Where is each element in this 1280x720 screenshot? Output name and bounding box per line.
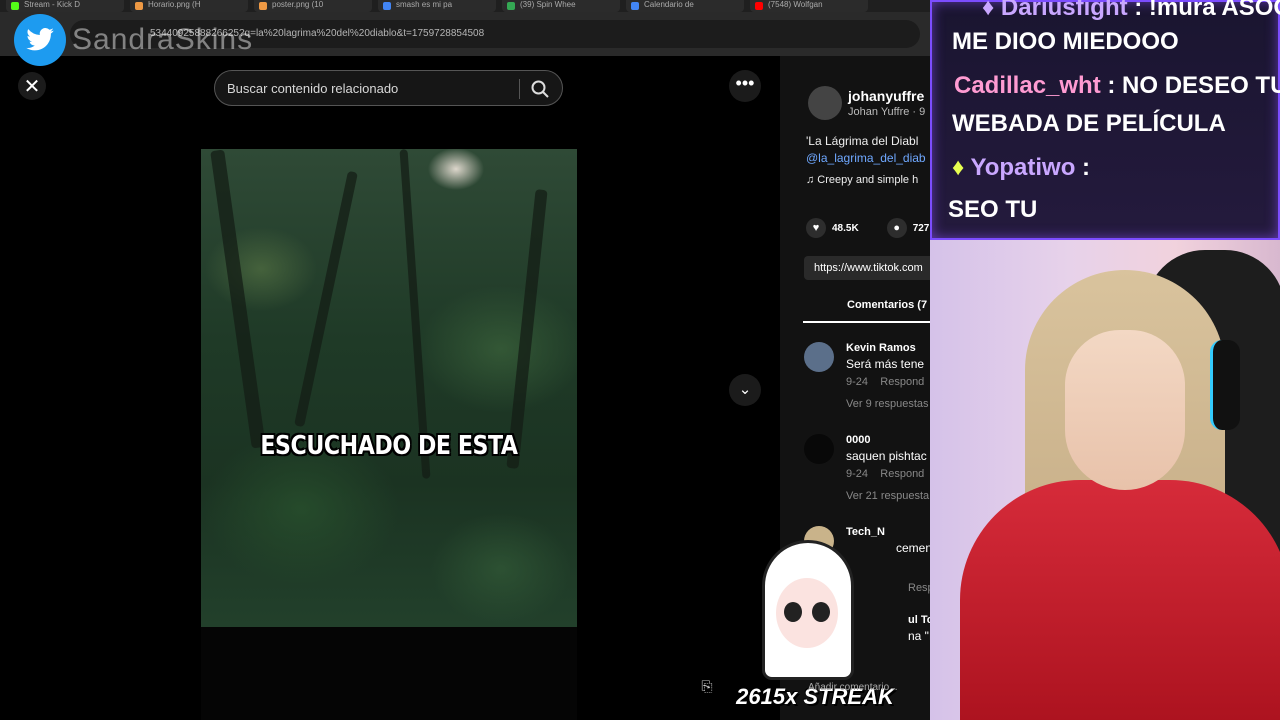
view-replies-link[interactable]: Ver 9 respuestas	[846, 398, 929, 410]
tab-favicon-icon	[259, 2, 267, 10]
avatar[interactable]	[804, 434, 834, 464]
chat-username: Yopatiwo	[970, 154, 1076, 181]
tab-favicon-icon	[135, 2, 143, 10]
comment-meta: 9-24 Respond	[846, 468, 924, 480]
stream-screen: Stream - Kick D Horario.png (H poster.pn…	[0, 0, 1280, 720]
tree-trunk	[399, 149, 431, 479]
tab-favicon-icon	[11, 2, 19, 10]
reply-button[interactable]: Respond	[880, 376, 924, 388]
search-input[interactable]: Buscar contenido relacionado	[227, 81, 398, 96]
tree-trunk	[506, 189, 548, 469]
music-label[interactable]: ♫ Creepy and simple h	[806, 174, 918, 186]
reply-button[interactable]: Respond	[880, 468, 924, 480]
comment-text: na "Elec	[908, 629, 930, 643]
video-link[interactable]: https://www.tiktok.com	[804, 256, 930, 280]
chat-username: Dariusfight	[1000, 0, 1128, 21]
reply-button[interactable]: Resp	[908, 582, 930, 594]
chat-message-text: ME DIOO MIEDOOO	[952, 28, 1179, 55]
comment-input[interactable]: Añadir comentario...	[808, 682, 898, 693]
search-icon[interactable]	[530, 79, 550, 99]
chat-message: ♦ Dariusfight : !mura ASOO	[982, 0, 1280, 22]
ellipsis-icon: •••	[735, 73, 755, 93]
comment-text: Será más tene	[846, 357, 925, 371]
browser-tab[interactable]: poster.png (10	[254, 0, 372, 12]
tree-trunk	[294, 170, 358, 428]
nun-eye	[812, 602, 830, 622]
tab-underline	[803, 321, 930, 323]
gem-icon: ♦	[952, 154, 965, 181]
twitter-overlay: SandraSkins	[14, 14, 253, 66]
chat-username: Cadillac_wht	[954, 72, 1101, 99]
comments-count: 727	[912, 222, 930, 234]
clipboard-icon[interactable]: ⎘	[696, 678, 718, 700]
tab-label: Calendario de	[644, 0, 694, 9]
tab-label: (7548) Wolfgan	[768, 0, 823, 9]
chat-message: ♦ Yopatiwo :	[952, 154, 1090, 182]
tab-label: Stream - Kick D	[24, 0, 81, 9]
streak-alert: 2615x STREAK	[730, 540, 900, 720]
comment-user[interactable]: Kevin Ramos	[846, 342, 916, 354]
mention-link[interactable]: @la_lagrima_del_diab	[806, 151, 926, 165]
view-replies-link[interactable]: Ver 21 respuesta	[846, 490, 929, 502]
chevron-down-icon: ⌄	[738, 381, 752, 398]
tree-trunk	[210, 149, 266, 449]
chat-text: :	[1082, 154, 1091, 181]
comment-text: saquen pishtac	[846, 449, 927, 463]
browser-tab[interactable]: smash es mi pa	[378, 0, 496, 12]
comment-icon[interactable]: ●	[886, 218, 907, 238]
close-button[interactable]: ✕	[18, 72, 46, 100]
tab-comments[interactable]: Comentarios (7	[847, 299, 927, 311]
comment-date: 9-24	[846, 376, 869, 388]
author-username[interactable]: johanyuffre	[848, 88, 924, 104]
twitter-handle: SandraSkins	[72, 23, 254, 56]
chat-message: Cadillac_wht : NO DESEO TU	[954, 72, 1280, 100]
tab-label: smash es mi pa	[396, 0, 453, 9]
tab-label: poster.png (10	[272, 0, 324, 9]
browser-tab[interactable]: (39) Spin Whee	[502, 0, 620, 12]
browser-tab-strip: Stream - Kick D Horario.png (H poster.pn…	[0, 0, 930, 12]
tab-label: (39) Spin Whee	[520, 0, 576, 9]
comment-user[interactable]: ul Torres	[908, 614, 930, 626]
comment-text: cementer	[896, 541, 930, 555]
video-description: 'La Lágrima del Diabl	[806, 134, 919, 148]
video-letterbox	[201, 627, 577, 720]
video-caption: ESCUCHADO DE ESTA	[260, 431, 518, 461]
chat-message-text: SEO TU	[948, 196, 1038, 223]
streamer-hoodie	[960, 480, 1280, 720]
likes-count: 48.5K	[832, 222, 859, 234]
avatar[interactable]	[804, 342, 834, 372]
browser-tab[interactable]: Stream - Kick D	[6, 0, 124, 12]
browser-tab[interactable]: Calendario de	[626, 0, 744, 12]
search-bar[interactable]: Buscar contenido relacionado	[214, 70, 563, 106]
comment-user[interactable]: 0000	[846, 434, 870, 446]
chat-overlay: ♦ Dariusfight : !mura ASOO ME DIOO MIEDO…	[930, 0, 1280, 240]
headset	[1210, 340, 1240, 430]
chat-text: : !mura ASOO	[1134, 0, 1280, 21]
tab-favicon-icon	[755, 2, 763, 10]
more-options-button[interactable]: •••	[729, 70, 761, 102]
heart-icon[interactable]: ♥	[806, 218, 826, 238]
nun-eye	[784, 602, 802, 622]
tab-label: Horario.png (H	[148, 0, 201, 9]
browser-tab[interactable]: (7548) Wolfgan	[750, 0, 868, 12]
browser-tab[interactable]: Horario.png (H	[130, 0, 248, 12]
streamer-face	[1065, 330, 1185, 490]
next-video-button[interactable]: ⌄	[729, 374, 761, 406]
stats-row: ♥ 48.5K ● 727	[806, 218, 929, 238]
search-divider	[519, 79, 520, 99]
chat-text: : NO DESEO TU	[1107, 72, 1280, 99]
avatar[interactable]	[808, 86, 842, 120]
webcam-feed	[930, 240, 1280, 720]
comment-meta: 9-24 Respond	[846, 376, 924, 388]
tab-favicon-icon	[383, 2, 391, 10]
chat-message-text: WEBADA DE PELÍCULA	[952, 110, 1226, 137]
video-player[interactable]: ESCUCHADO DE ESTA	[201, 149, 577, 627]
close-icon: ✕	[23, 75, 41, 98]
tab-favicon-icon	[507, 2, 515, 10]
comment-user[interactable]: Tech_N	[846, 526, 885, 538]
tab-favicon-icon	[631, 2, 639, 10]
comment-date: 9-24	[846, 468, 869, 480]
twitter-bird-icon	[14, 14, 66, 66]
author-fullname: Johan Yuffre · 9	[848, 106, 926, 118]
